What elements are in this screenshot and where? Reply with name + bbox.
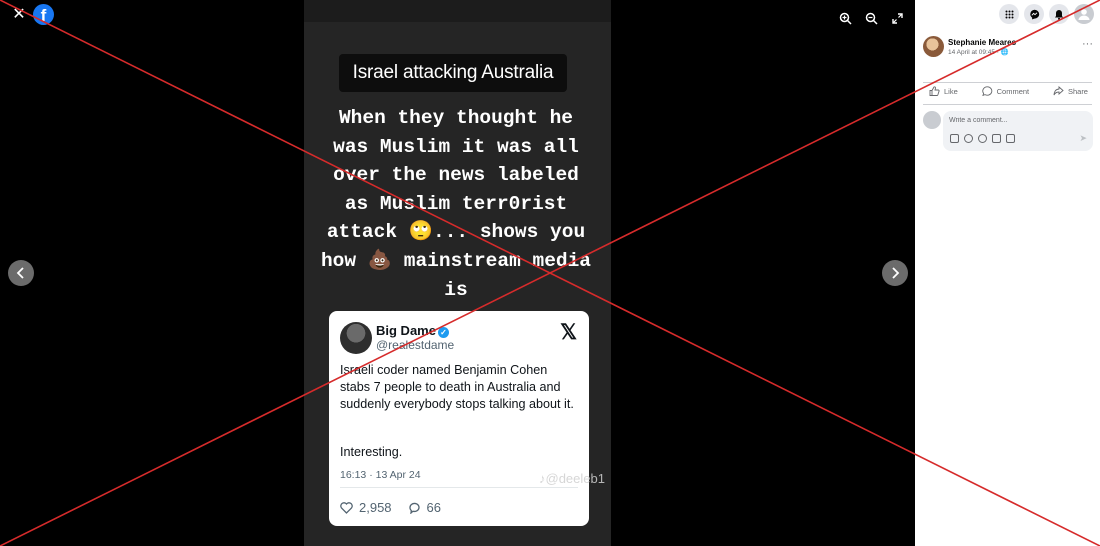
reply-bubble-icon xyxy=(408,502,420,514)
facebook-logo[interactable]: f xyxy=(33,4,54,25)
notifications-icon[interactable] xyxy=(1049,4,1069,24)
profile-icon[interactable] xyxy=(1074,4,1094,24)
x-logo-icon: 𝕏 xyxy=(560,321,577,344)
zoom-out-icon[interactable] xyxy=(861,9,881,27)
meme-text: When they thought he was Muslim it was a… xyxy=(306,104,606,304)
previous-photo-button[interactable] xyxy=(8,260,34,286)
tweet-avatar xyxy=(340,322,372,354)
send-comment-button[interactable]: ➤ xyxy=(1079,133,1087,144)
tweet-screenshot: Big Dame ✓ @realestdame 𝕏 Israeli coder n… xyxy=(329,311,589,526)
sticker-icon[interactable] xyxy=(1006,134,1015,143)
post-sidebar: Stephanie Meares 14 April at 09:45 · 🌐 ·… xyxy=(915,0,1100,546)
author-name[interactable]: Stephanie Meares xyxy=(948,38,1016,47)
comment-tools xyxy=(950,134,1015,143)
gif-icon[interactable] xyxy=(992,134,1001,143)
post-image: Israel attacking Australia When they tho… xyxy=(304,0,611,546)
post-header: Stephanie Meares 14 April at 09:45 · 🌐 ·… xyxy=(923,36,1093,60)
avatar-sticker-icon[interactable] xyxy=(950,134,959,143)
meme-line: attack 🙄... shows you xyxy=(326,221,586,244)
author-avatar[interactable] xyxy=(923,36,944,57)
photo-viewer: ✕ f Israel attacking Australia When they… xyxy=(0,0,915,546)
tweet-stats: 2,958 66 xyxy=(340,500,441,515)
share-arrow-icon xyxy=(1053,86,1064,96)
commenter-avatar xyxy=(923,111,941,129)
tweet-body: Israeli coder named Benjamin Cohen stabs… xyxy=(340,363,574,411)
top-nav-icons xyxy=(999,4,1094,24)
tweet-replies: 66 xyxy=(408,500,441,515)
tiktok-watermark: ♪@deeleb1 xyxy=(539,471,605,486)
tweet-divider xyxy=(340,487,578,488)
emoji-icon[interactable] xyxy=(964,134,973,143)
image-top-band xyxy=(304,0,611,22)
post-date[interactable]: 14 April at 09:45 · 🌐 xyxy=(948,48,1009,56)
like-button[interactable]: Like xyxy=(923,86,964,96)
fullscreen-icon[interactable] xyxy=(887,9,907,27)
comment-input[interactable] xyxy=(949,117,1079,124)
camera-icon[interactable] xyxy=(978,134,987,143)
divider xyxy=(923,82,1092,83)
tweet-replies-count: 66 xyxy=(426,500,442,515)
meme-line: how 💩 mainstream media xyxy=(320,249,592,272)
thumbs-up-icon xyxy=(929,86,940,96)
messenger-icon[interactable] xyxy=(1024,4,1044,24)
meme-line: as Muslim terr0rist xyxy=(344,192,568,215)
meme-line: over the news labeled xyxy=(333,164,579,187)
meme-line: is xyxy=(444,278,468,301)
meme-line: When they thought he xyxy=(338,107,574,129)
divider xyxy=(923,104,1092,105)
tweet-handle: @realestdame xyxy=(376,338,455,352)
heart-icon xyxy=(340,501,353,514)
viewer-tools xyxy=(835,9,907,27)
next-photo-button[interactable] xyxy=(882,260,908,286)
tweet-author-name: Big Dame ✓ xyxy=(376,323,449,338)
comment-composer: ➤ xyxy=(943,111,1093,151)
menu-grid-icon[interactable] xyxy=(999,4,1019,24)
zoom-in-icon[interactable] xyxy=(835,9,855,27)
tweet-likes-count: 2,958 xyxy=(359,500,392,515)
more-options-button[interactable]: ··· xyxy=(1082,38,1093,50)
chevron-left-icon xyxy=(16,267,24,279)
share-button[interactable]: Share xyxy=(1047,86,1094,96)
share-label: Share xyxy=(1067,86,1088,96)
tweet-likes: 2,958 xyxy=(340,500,392,515)
tweet-timestamp: 16:13 · 13 Apr 24 xyxy=(340,469,421,481)
meme-line: was Muslim it was all xyxy=(333,135,579,158)
comment-button[interactable]: Comment xyxy=(976,86,1036,96)
post-actions: Like Comment Share xyxy=(923,86,1094,96)
like-label: Like xyxy=(944,86,958,96)
comment-label: Comment xyxy=(996,86,1030,96)
close-icon[interactable]: ✕ xyxy=(10,6,28,24)
tweet-body-closing: Interesting. xyxy=(340,445,403,459)
verified-badge-icon: ✓ xyxy=(437,327,449,338)
comment-bubble-icon xyxy=(981,86,992,96)
chevron-right-icon xyxy=(892,267,900,279)
tweet-author-label: Big Dame xyxy=(376,323,436,338)
caption-label: Israel attacking Australia xyxy=(339,54,567,92)
